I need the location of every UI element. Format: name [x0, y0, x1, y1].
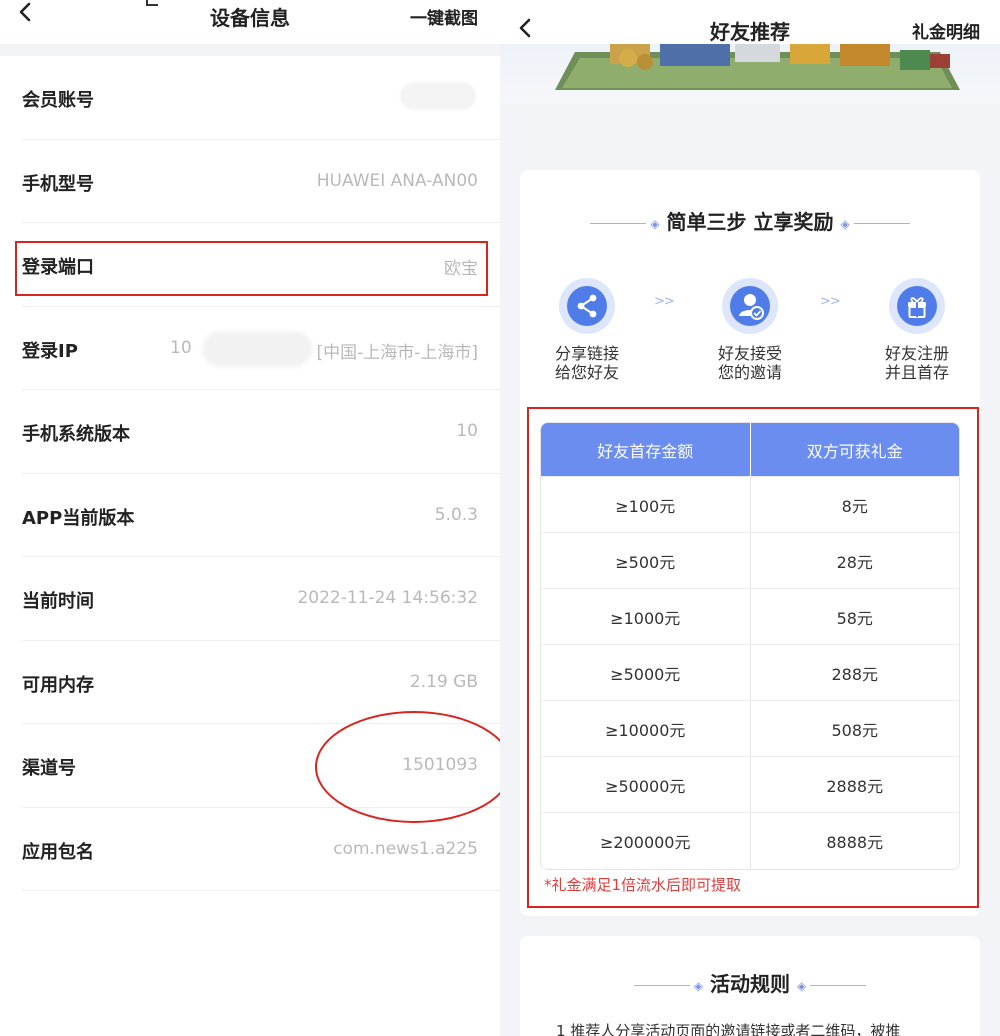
info-row-current-time: 当前时间 2022-11-24 14:56:32 — [22, 557, 500, 641]
diamond-icon: ◈ — [650, 216, 660, 231]
annotation-circle-channel — [315, 711, 513, 823]
step-arrows: >> — [820, 294, 841, 309]
right-header: 好友推荐 礼金明细 — [500, 0, 1000, 44]
step-accept: 好友接受 您的邀请 — [695, 278, 805, 382]
step-text-line2: 并且首存 — [884, 363, 949, 382]
camera-notch-mark — [146, 0, 158, 6]
row-value: HUAWEI ANA-AN00 — [316, 170, 478, 191]
step-register: 好友注册 并且首存 — [862, 278, 972, 382]
row-label: 当前时间 — [22, 591, 94, 612]
ip-prefix: 10 — [170, 337, 192, 358]
annotation-box-bonus-table — [527, 407, 979, 908]
step-arrows: >> — [654, 294, 675, 309]
back-arrow-icon[interactable] — [514, 14, 542, 42]
diamond-icon: ◈ — [796, 978, 807, 993]
step-share: 分享链接 给您好友 — [532, 278, 642, 382]
rules-title-text: 活动规则 — [710, 972, 790, 996]
rules-card: ◈ 活动规则 ◈ 1 推荐人分享活动页面的邀请链接或者二维码，被推 — [520, 936, 980, 1036]
row-label: 应用包名 — [22, 841, 94, 863]
banner-illustration — [555, 44, 960, 90]
diamond-icon: ◈ — [840, 216, 850, 231]
diamond-icon: ◈ — [693, 978, 704, 993]
annotation-box-login-port — [15, 241, 488, 296]
share-icon — [559, 278, 615, 334]
steps-section-title: ◈ 简单三步 立享奖励 ◈ — [520, 206, 980, 235]
rules-first-line: 1 推荐人分享活动页面的邀请链接或者二维码，被推 — [556, 1022, 901, 1036]
redacted-ip — [202, 330, 312, 367]
step-text-line1: 好友接受 — [717, 344, 782, 363]
row-label: 渠道号 — [22, 758, 76, 779]
row-label: APP当前版本 — [22, 507, 135, 529]
promo-banner — [500, 44, 1000, 104]
info-row-os-version: 手机系统版本 10 — [22, 390, 500, 474]
row-value: 2.19 GB — [409, 671, 478, 692]
step-text-line1: 分享链接 — [554, 344, 619, 363]
row-label: 可用内存 — [22, 674, 94, 696]
bonus-details-link[interactable]: 礼金明细 — [912, 18, 980, 43]
row-label: 会员账号 — [22, 90, 94, 111]
row-label: 手机型号 — [22, 173, 94, 195]
screenshot-button[interactable]: 一键截图 — [410, 4, 478, 29]
gift-icon — [889, 278, 945, 334]
steps-title-text: 简单三步 立享奖励 — [666, 210, 834, 234]
step-text-line2: 给您好友 — [554, 363, 619, 382]
row-value: com.news1.a225 — [333, 838, 478, 859]
step-text-line1: 好友注册 — [884, 344, 949, 363]
user-check-icon — [722, 278, 778, 334]
step-text-line2: 您的邀请 — [717, 363, 782, 382]
info-row-app-version: APP当前版本 5.0.3 — [22, 474, 500, 557]
info-row-member-account: 会员账号 — [22, 56, 500, 140]
left-header: 设备信息 一键截图 — [0, 0, 500, 44]
page-title: 设备信息 — [210, 6, 290, 30]
device-info-panel: 设备信息 一键截图 会员账号 手机型号 HUAWEI ANA-AN00 登录端口… — [0, 0, 513, 1036]
header-divider — [0, 44, 500, 56]
redacted-value — [400, 82, 476, 110]
page-title: 好友推荐 — [710, 20, 790, 44]
row-label: 手机系统版本 — [22, 424, 130, 445]
row-label: 登录IP — [22, 340, 78, 362]
back-arrow-icon[interactable] — [14, 0, 44, 30]
info-row-phone-model: 手机型号 HUAWEI ANA-AN00 — [22, 140, 500, 223]
row-value: 5.0.3 — [434, 504, 478, 525]
row-value: 2022-11-24 14:56:32 — [297, 588, 478, 608]
row-value: [中国-上海市-上海市] — [316, 342, 478, 363]
info-row-login-ip: 登录IP 10 [中国-上海市-上海市] — [22, 307, 500, 390]
rules-section-title: ◈ 活动规则 ◈ — [520, 968, 980, 997]
row-value: 10 — [456, 421, 478, 441]
